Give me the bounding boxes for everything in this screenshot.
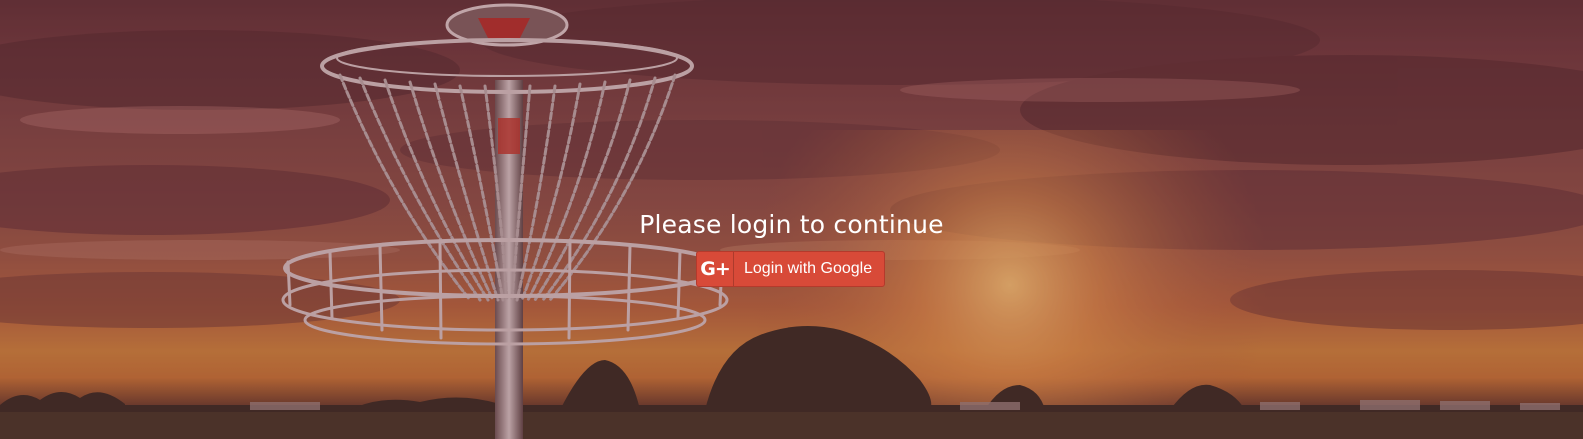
login-title: Please login to continue <box>639 210 944 239</box>
login-with-google-button[interactable]: G+ Login with Google <box>696 251 885 287</box>
login-panel: Please login to continue G+ Login with G… <box>0 0 1583 439</box>
login-page: Please login to continue G+ Login with G… <box>0 0 1583 439</box>
google-plus-icon: G+ <box>697 252 734 286</box>
google-button-label: Login with Google <box>744 260 873 277</box>
